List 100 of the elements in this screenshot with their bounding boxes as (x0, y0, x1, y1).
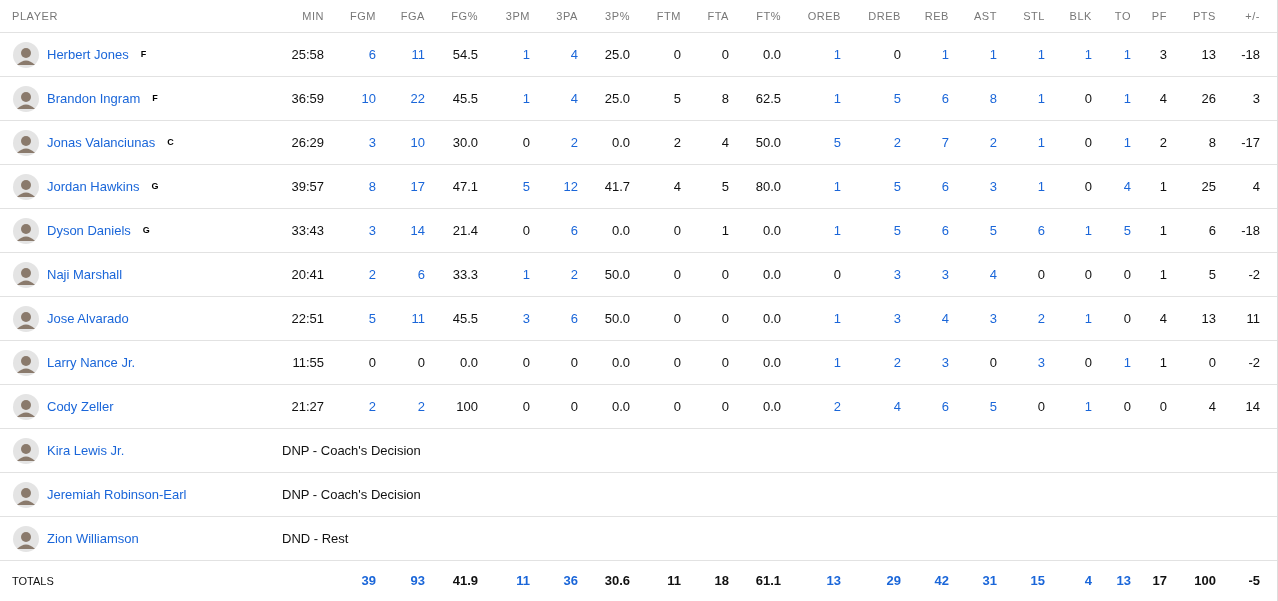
stat-link[interactable]: 17 (410, 176, 425, 197)
stat-link[interactable]: 22 (410, 88, 425, 109)
stat-link[interactable]: 1 (941, 44, 949, 65)
player-name-link[interactable]: Jose Alvarado (47, 308, 129, 329)
stat-link[interactable]: 8 (368, 176, 376, 197)
stat-link[interactable]: 4 (989, 264, 997, 285)
stat-link[interactable]: 10 (361, 88, 376, 109)
stat-link[interactable]: 2 (893, 132, 901, 153)
stat-link[interactable]: 2 (570, 264, 578, 285)
player-name-link[interactable]: Dyson Daniels (47, 220, 131, 241)
stat-link[interactable]: 1 (833, 308, 841, 329)
stat-link[interactable]: 39 (361, 571, 376, 591)
stat-link[interactable]: 1 (1084, 220, 1092, 241)
player-name-link[interactable]: Zion Williamson (47, 528, 139, 549)
stat-link[interactable]: 11 (516, 571, 530, 591)
stat-link[interactable]: 4 (941, 308, 949, 329)
stat-link[interactable]: 1 (1084, 396, 1092, 417)
stat-link[interactable]: 93 (410, 571, 425, 591)
stat-link[interactable]: 2 (368, 264, 376, 285)
stat-link[interactable]: 4 (893, 396, 901, 417)
stat-link[interactable]: 5 (1123, 220, 1131, 241)
player-name-link[interactable]: Herbert Jones (47, 44, 129, 65)
player-name-link[interactable]: Cody Zeller (47, 396, 114, 417)
player-name-link[interactable]: Larry Nance Jr. (47, 352, 136, 373)
stat-link[interactable]: 11 (411, 44, 425, 65)
stat-link[interactable]: 6 (368, 44, 376, 65)
stat-link[interactable]: 6 (941, 88, 949, 109)
stat-link[interactable]: 4 (570, 44, 578, 65)
stat-link[interactable]: 13 (1116, 571, 1131, 591)
stat-link[interactable]: 10 (410, 132, 425, 153)
stat-link[interactable]: 1 (833, 88, 841, 109)
stat-link[interactable]: 7 (941, 132, 949, 153)
stat-link[interactable]: 1 (1037, 44, 1045, 65)
stat-link[interactable]: 3 (989, 176, 997, 197)
stat-link[interactable]: 6 (941, 176, 949, 197)
stat-link[interactable]: 1 (522, 88, 530, 109)
stat-link[interactable]: 4 (1123, 176, 1131, 197)
stat-link[interactable]: 1 (1123, 44, 1131, 65)
stat-link[interactable]: 1 (1037, 132, 1045, 153)
stat-link[interactable]: 6 (417, 264, 425, 285)
stat-link[interactable]: 14 (410, 220, 425, 241)
player-name-link[interactable]: Jeremiah Robinson-Earl (47, 484, 187, 505)
player-name-link[interactable]: Naji Marshall (47, 264, 123, 285)
stat-link[interactable]: 3 (893, 308, 901, 329)
stat-link[interactable]: 29 (886, 571, 901, 591)
stat-link[interactable]: 1 (833, 352, 841, 373)
stat-link[interactable]: 1 (1084, 308, 1092, 329)
stat-link[interactable]: 6 (570, 220, 578, 241)
stat-link[interactable]: 1 (989, 44, 997, 65)
stat-link[interactable]: 31 (982, 571, 997, 591)
player-name-link[interactable]: Kira Lewis Jr. (47, 440, 125, 461)
stat-link[interactable]: 1 (1037, 88, 1045, 109)
stat-link[interactable]: 1 (833, 44, 841, 65)
stat-link[interactable]: 11 (411, 308, 425, 329)
stat-link[interactable]: 3 (368, 132, 376, 153)
stat-link[interactable]: 3 (1037, 352, 1045, 373)
player-name-link[interactable]: Brandon Ingram (47, 88, 141, 109)
stat-link[interactable]: 3 (893, 264, 901, 285)
stat-link[interactable]: 36 (563, 571, 578, 591)
stat-link[interactable]: 5 (989, 220, 997, 241)
stat-link[interactable]: 8 (989, 88, 997, 109)
stat-link[interactable]: 3 (941, 352, 949, 373)
stat-link[interactable]: 5 (522, 176, 530, 197)
stat-link[interactable]: 1 (1123, 352, 1131, 373)
stat-link[interactable]: 1 (833, 220, 841, 241)
stat-link[interactable]: 2 (417, 396, 425, 417)
stat-link[interactable]: 42 (934, 571, 949, 591)
stat-link[interactable]: 5 (989, 396, 997, 417)
stat-link[interactable]: 5 (833, 132, 841, 153)
stat-link[interactable]: 15 (1030, 571, 1045, 591)
stat-link[interactable]: 4 (1084, 571, 1092, 591)
stat-link[interactable]: 12 (563, 176, 578, 197)
stat-link[interactable]: 6 (941, 220, 949, 241)
stat-link[interactable]: 2 (1037, 308, 1045, 329)
stat-link[interactable]: 2 (570, 132, 578, 153)
stat-link[interactable]: 3 (941, 264, 949, 285)
stat-link[interactable]: 3 (522, 308, 530, 329)
stat-link[interactable]: 6 (941, 396, 949, 417)
stat-link[interactable]: 3 (368, 220, 376, 241)
stat-link[interactable]: 5 (368, 308, 376, 329)
stat-link[interactable]: 2 (893, 352, 901, 373)
stat-link[interactable]: 5 (893, 88, 901, 109)
stat-link[interactable]: 6 (1037, 220, 1045, 241)
stat-link[interactable]: 2 (833, 396, 841, 417)
stat-link[interactable]: 3 (989, 308, 997, 329)
stat-link[interactable]: 13 (826, 571, 841, 591)
stat-link[interactable]: 2 (989, 132, 997, 153)
player-name-link[interactable]: Jordan Hawkins (47, 176, 140, 197)
stat-link[interactable]: 5 (893, 176, 901, 197)
stat-link[interactable]: 1 (1123, 132, 1131, 153)
stat-link[interactable]: 2 (368, 396, 376, 417)
stat-link[interactable]: 4 (570, 88, 578, 109)
stat-link[interactable]: 1 (833, 176, 841, 197)
stat-link[interactable]: 1 (1123, 88, 1131, 109)
stat-link[interactable]: 5 (893, 220, 901, 241)
player-name-link[interactable]: Jonas Valanciunas (47, 132, 156, 153)
stat-link[interactable]: 1 (1037, 176, 1045, 197)
stat-link[interactable]: 1 (522, 44, 530, 65)
stat-link[interactable]: 6 (570, 308, 578, 329)
stat-link[interactable]: 1 (1084, 44, 1092, 65)
